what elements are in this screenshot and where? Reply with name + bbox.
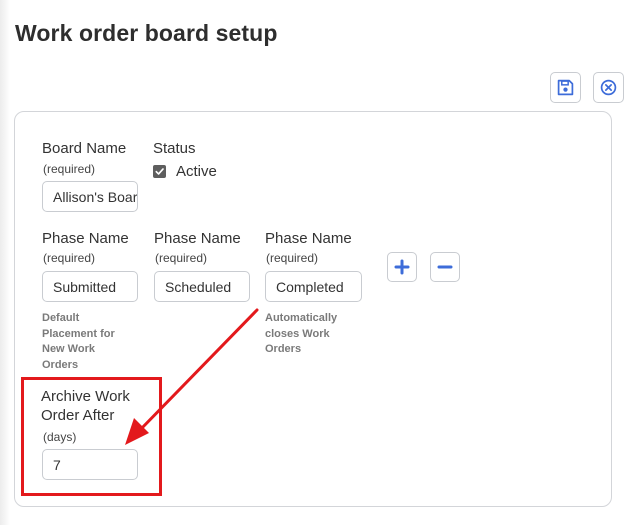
cancel-button[interactable] (593, 72, 624, 103)
phase-3-input[interactable]: Completed (265, 271, 362, 302)
hint-line: Orders (265, 343, 302, 355)
phase-1-hint: Default Placement for New Work Orders (42, 311, 115, 373)
phase-2-input[interactable]: Scheduled (154, 271, 250, 302)
phase-3-required: (required) (266, 251, 319, 265)
circle-x-icon (600, 79, 617, 96)
phase-2-required: (required) (155, 251, 208, 265)
phase-1-input[interactable]: Submitted (42, 271, 138, 302)
phase-1-required: (required) (43, 251, 96, 265)
save-button[interactable] (550, 72, 581, 103)
hint-line: New Work (42, 343, 95, 355)
page-title: Work order board setup (15, 20, 278, 46)
active-checkbox[interactable] (153, 165, 166, 178)
phase-3-hint: Automatically closes Work Orders (265, 311, 337, 358)
board-name-input[interactable]: Allison's Board (42, 181, 138, 212)
floppy-disk-icon (557, 79, 574, 96)
hint-line: Default (42, 312, 80, 324)
left-edge-shadow (0, 0, 10, 525)
hint-line: Placement for (42, 327, 115, 340)
hint-line: Orders (42, 358, 79, 371)
hint-line: Automatically (265, 312, 338, 324)
board-name-label: Board Name (42, 140, 127, 157)
check-icon (155, 168, 164, 175)
phase-2-label: Phase Name (154, 230, 241, 247)
minus-icon (437, 265, 453, 269)
annotation-highlight-box (21, 377, 162, 496)
remove-phase-button[interactable] (430, 252, 460, 282)
page: Work order board setup Board Name (requi… (0, 0, 625, 525)
status-label: Status (153, 140, 196, 157)
phase-3-label: Phase Name (265, 230, 352, 247)
board-name-required: (required) (43, 162, 96, 176)
hint-line: closes Work (265, 327, 330, 340)
plus-icon (394, 259, 410, 275)
add-phase-button[interactable] (387, 252, 417, 282)
phase-1-label: Phase Name (42, 230, 129, 247)
active-checkbox-label: Active (176, 163, 217, 180)
